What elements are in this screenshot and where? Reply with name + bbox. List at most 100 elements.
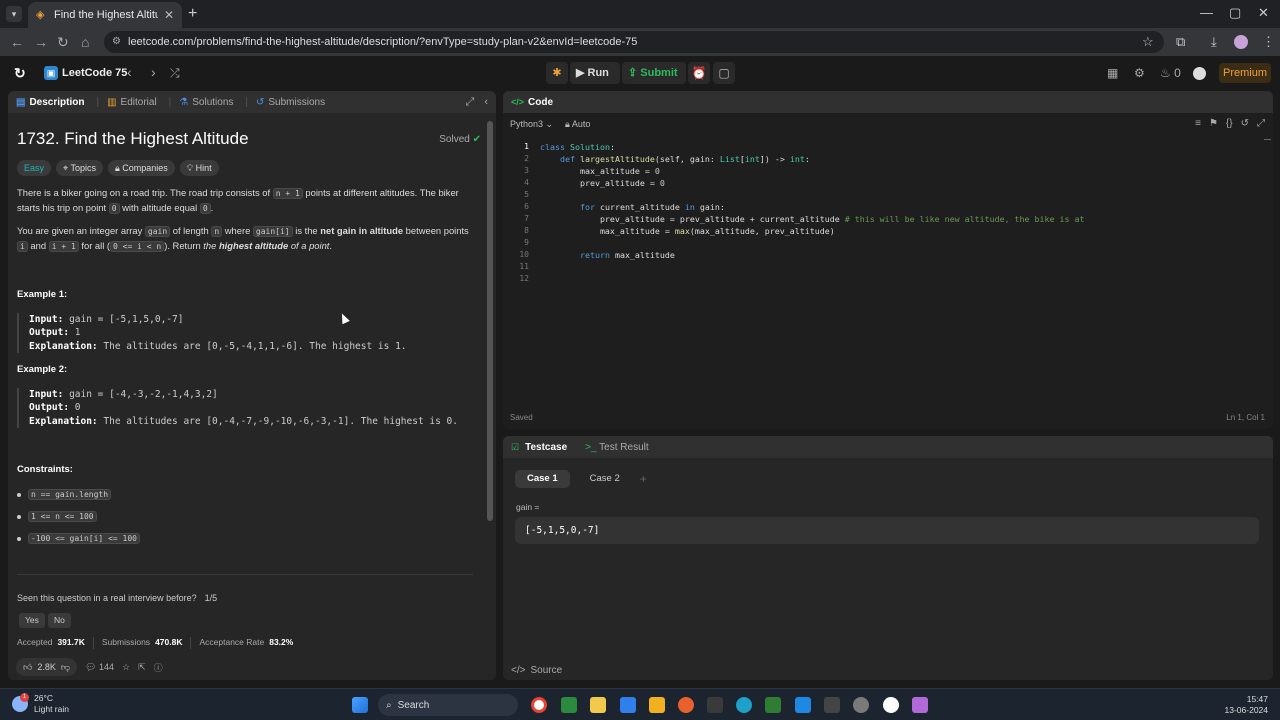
excel-icon[interactable] [561, 697, 577, 713]
case-2-tab[interactable]: Case 2 [578, 470, 632, 488]
add-case-icon[interactable]: + [640, 472, 647, 486]
streak-icon[interactable]: ♨ 0 [1160, 66, 1181, 80]
maximize-icon[interactable]: ▢ [1229, 5, 1241, 21]
extensions-icon[interactable]: ⧉ [1176, 34, 1185, 50]
figma-icon[interactable] [912, 697, 928, 713]
back-icon[interactable]: ← [10, 34, 24, 50]
profile-avatar[interactable] [1234, 35, 1248, 49]
settings-icon[interactable] [853, 697, 869, 713]
system-clock[interactable]: 15:47 13-06-2024 [1225, 694, 1268, 716]
no-button[interactable]: No [48, 613, 71, 628]
tab-title: Find the Highest Altitude - Leet [54, 9, 158, 21]
terminal-icon[interactable] [824, 697, 840, 713]
tab-search-icon[interactable]: ▾ [6, 6, 22, 22]
line-number: 2 [524, 154, 529, 163]
vscode-icon[interactable] [795, 697, 811, 713]
expand-icon[interactable]: ⤢ [466, 96, 475, 109]
help-icon[interactable]: ⓘ [154, 661, 163, 674]
timer-icon[interactable]: ⏰ [688, 62, 710, 84]
tab-description[interactable]: ▤ Description [16, 97, 84, 108]
file-explorer-icon[interactable] [649, 697, 665, 713]
source-bar[interactable]: </> Source [503, 660, 1273, 680]
tab-testcase[interactable]: Testcase [525, 442, 567, 453]
scrollbar-thumb[interactable] [487, 121, 493, 521]
comments-button[interactable]: 💬︎ 144 [85, 662, 114, 673]
windows-start-icon[interactable] [352, 697, 368, 713]
tab-editorial-label: Editorial [120, 96, 157, 108]
edge-icon[interactable] [736, 697, 752, 713]
braces-icon[interactable]: {} [1226, 118, 1233, 129]
debug-icon[interactable]: ✱ [546, 62, 568, 84]
browser-tab[interactable]: ◈ Find the Highest Altitude - Leet ✕ [28, 2, 182, 28]
weather-widget[interactable]: 1 26°C Light rain [12, 693, 69, 715]
postman-icon[interactable] [678, 697, 694, 713]
like-button[interactable]: 👍︎ 2.8K 👎︎ [16, 658, 78, 676]
close-window-icon[interactable]: ✕ [1258, 5, 1269, 21]
submit-button[interactable]: ⇪ Submit [622, 62, 686, 84]
bookmark-star-icon[interactable]: ☆ [1142, 34, 1154, 50]
taskbar-search[interactable]: ⌕ Search [378, 694, 518, 716]
user-avatar[interactable] [1193, 67, 1206, 80]
jetbrains-icon[interactable] [707, 697, 723, 713]
forward-icon[interactable]: → [34, 34, 48, 50]
shuffle-icon[interactable]: ⤮ [170, 66, 180, 81]
hint-button[interactable]: 💡︎ Hint [179, 160, 219, 176]
browser-menu-icon[interactable]: ⋮ [1262, 34, 1275, 50]
run-button[interactable]: ▶ Run [570, 62, 620, 84]
topics-button[interactable]: ⌖ Topics [56, 160, 103, 176]
example-input: gain = [-5,1,5,0,-7] [69, 314, 184, 325]
star-icon[interactable]: ☆ [122, 662, 130, 673]
leetcode-logo-icon[interactable]: ↻ [14, 65, 26, 82]
download-icon[interactable]: ⤓ [1211, 34, 1217, 50]
editor-scrollbar[interactable] [1264, 139, 1271, 147]
example-output: 1 [74, 327, 81, 339]
problem-title[interactable]: 1732. Find the Highest Altitude [17, 129, 249, 149]
companies-button[interactable]: 🔒︎ Companies [107, 160, 175, 176]
chrome-icon[interactable] [531, 697, 547, 713]
format-icon[interactable]: ≡ [1195, 118, 1201, 129]
bookmark-icon[interactable]: ⚑ [1209, 118, 1218, 129]
text: between points [403, 225, 469, 236]
fullscreen-icon[interactable]: ⤢ [1257, 118, 1265, 129]
new-tab-icon[interactable]: + [188, 5, 197, 23]
scrollbar[interactable] [486, 113, 494, 673]
testcase-header: ☑ Testcase >_ Test Result [503, 436, 1273, 458]
reset-icon[interactable]: ↺ [1241, 118, 1249, 129]
auto-label: Auto [571, 119, 591, 129]
reload-icon[interactable]: ↻ [57, 34, 69, 51]
auto-toggle[interactable]: 🔒︎ Auto [565, 119, 590, 130]
share-icon[interactable]: ⇱ [138, 662, 146, 673]
tab-submissions[interactable]: ↺ Submissions [256, 97, 325, 108]
case-1-tab[interactable]: Case 1 [515, 470, 570, 488]
input-variable-field[interactable]: [-5,1,5,0,-7] [515, 517, 1259, 544]
chevron-down-icon: ⌄ [545, 119, 554, 129]
sticky-notes-icon[interactable] [590, 697, 606, 713]
sheets-icon[interactable] [765, 697, 781, 713]
home-icon[interactable]: ⌂ [81, 34, 89, 50]
code-editor[interactable]: class Solution: def largestAltitude(self… [540, 141, 1085, 273]
study-plan-title[interactable]: LeetCode 75 [62, 67, 127, 79]
url-field[interactable]: ⚙ leetcode.com/problems/find-the-highest… [104, 31, 1164, 53]
output-label: Output: [29, 402, 70, 414]
next-problem-icon[interactable]: › [151, 64, 156, 80]
thumbs-down-icon[interactable]: 👎︎ [61, 662, 70, 673]
tab-test-result[interactable]: >_ Test Result [585, 442, 648, 453]
yes-button[interactable]: Yes [19, 613, 45, 628]
premium-button[interactable]: Premium [1219, 63, 1271, 83]
notes-icon[interactable]: ▢ [713, 62, 735, 84]
tab-solutions[interactable]: ⚗ Solutions [179, 97, 233, 108]
language-select[interactable]: Python3 ⌄ [510, 119, 553, 130]
settings-gear-icon[interactable]: ⚙ [1134, 66, 1145, 80]
close-tab-icon[interactable]: ✕ [164, 8, 174, 22]
collapse-icon[interactable]: ‹ [484, 96, 488, 109]
description-panel: ▤ Description | ▥ Editorial | ⚗ Solutions |… [8, 91, 496, 680]
accepted-value: 391.7K [57, 637, 85, 647]
vs-code-blue-icon[interactable] [620, 697, 636, 713]
tab-editorial[interactable]: ▥ Editorial [107, 97, 157, 108]
minimize-icon[interactable]: — [1200, 5, 1213, 20]
layout-icon[interactable]: ▦ [1107, 66, 1118, 80]
prev-problem-icon[interactable]: ‹ [127, 64, 132, 80]
inline-code: i + 1 [48, 241, 79, 252]
site-info-icon[interactable]: ⚙ [112, 31, 121, 53]
app-icon[interactable] [883, 697, 899, 713]
